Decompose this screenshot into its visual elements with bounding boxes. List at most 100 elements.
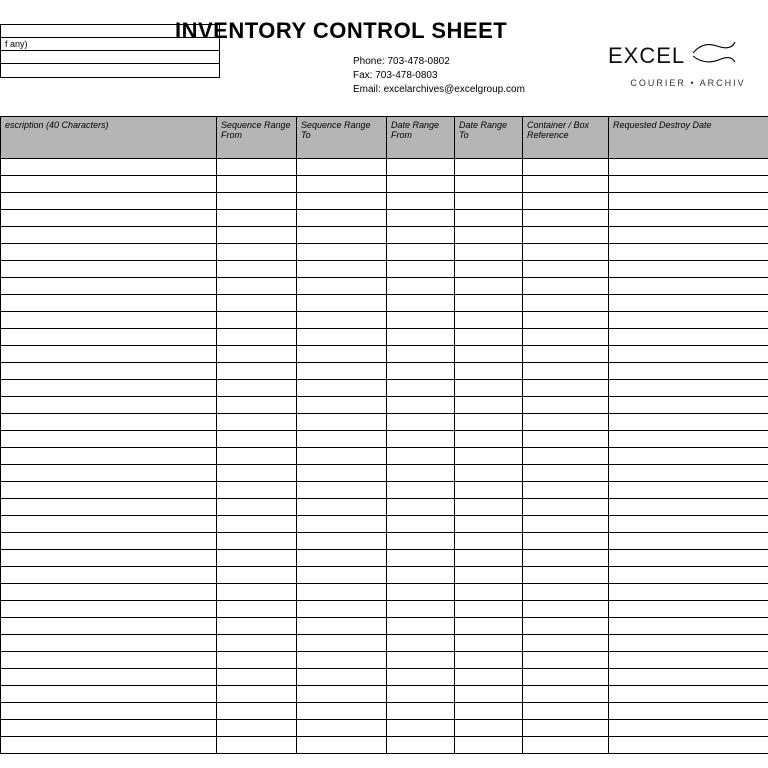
table-cell[interactable]	[523, 397, 609, 414]
table-cell[interactable]	[609, 448, 768, 465]
table-cell[interactable]	[387, 652, 455, 669]
table-cell[interactable]	[609, 397, 768, 414]
table-cell[interactable]	[217, 448, 297, 465]
table-cell[interactable]	[217, 346, 297, 363]
table-cell[interactable]	[217, 227, 297, 244]
table-cell[interactable]	[217, 703, 297, 720]
table-cell[interactable]	[297, 465, 387, 482]
table-cell[interactable]	[1, 516, 217, 533]
table-cell[interactable]	[217, 176, 297, 193]
table-cell[interactable]	[523, 482, 609, 499]
table-cell[interactable]	[609, 227, 768, 244]
table-cell[interactable]	[455, 499, 523, 516]
table-cell[interactable]	[609, 244, 768, 261]
table-cell[interactable]	[609, 176, 768, 193]
table-cell[interactable]	[523, 533, 609, 550]
table-cell[interactable]	[297, 346, 387, 363]
table-cell[interactable]	[217, 652, 297, 669]
table-cell[interactable]	[217, 533, 297, 550]
table-cell[interactable]	[297, 329, 387, 346]
table-cell[interactable]	[297, 618, 387, 635]
table-cell[interactable]	[387, 618, 455, 635]
table-cell[interactable]	[1, 244, 217, 261]
table-cell[interactable]	[1, 584, 217, 601]
table-cell[interactable]	[523, 601, 609, 618]
table-cell[interactable]	[523, 295, 609, 312]
table-cell[interactable]	[455, 414, 523, 431]
table-cell[interactable]	[387, 516, 455, 533]
table-cell[interactable]	[297, 703, 387, 720]
table-cell[interactable]	[217, 431, 297, 448]
table-cell[interactable]	[387, 669, 455, 686]
table-cell[interactable]	[297, 686, 387, 703]
table-cell[interactable]	[609, 278, 768, 295]
table-cell[interactable]	[297, 431, 387, 448]
table-cell[interactable]	[217, 584, 297, 601]
table-cell[interactable]	[1, 499, 217, 516]
table-cell[interactable]	[387, 448, 455, 465]
table-cell[interactable]	[1, 635, 217, 652]
table-cell[interactable]	[387, 584, 455, 601]
table-cell[interactable]	[297, 567, 387, 584]
table-cell[interactable]	[523, 567, 609, 584]
table-cell[interactable]	[1, 482, 217, 499]
table-cell[interactable]	[297, 312, 387, 329]
table-cell[interactable]	[523, 669, 609, 686]
table-cell[interactable]	[1, 329, 217, 346]
table-cell[interactable]	[1, 652, 217, 669]
table-cell[interactable]	[217, 669, 297, 686]
table-cell[interactable]	[387, 431, 455, 448]
table-cell[interactable]	[609, 499, 768, 516]
table-cell[interactable]	[297, 227, 387, 244]
table-cell[interactable]	[297, 652, 387, 669]
table-cell[interactable]	[1, 720, 217, 737]
table-cell[interactable]	[297, 669, 387, 686]
table-cell[interactable]	[387, 176, 455, 193]
table-cell[interactable]	[387, 261, 455, 278]
table-cell[interactable]	[1, 176, 217, 193]
table-cell[interactable]	[1, 346, 217, 363]
table-cell[interactable]	[297, 533, 387, 550]
table-cell[interactable]	[455, 737, 523, 754]
table-cell[interactable]	[455, 465, 523, 482]
table-cell[interactable]	[523, 329, 609, 346]
table-cell[interactable]	[455, 397, 523, 414]
table-cell[interactable]	[387, 363, 455, 380]
table-cell[interactable]	[455, 329, 523, 346]
table-cell[interactable]	[455, 278, 523, 295]
table-cell[interactable]	[523, 686, 609, 703]
table-cell[interactable]	[387, 635, 455, 652]
table-cell[interactable]	[455, 482, 523, 499]
table-cell[interactable]	[387, 329, 455, 346]
table-cell[interactable]	[387, 227, 455, 244]
table-cell[interactable]	[1, 686, 217, 703]
table-cell[interactable]	[455, 669, 523, 686]
table-cell[interactable]	[523, 414, 609, 431]
table-cell[interactable]	[297, 414, 387, 431]
table-cell[interactable]	[455, 686, 523, 703]
table-cell[interactable]	[1, 567, 217, 584]
table-cell[interactable]	[523, 499, 609, 516]
table-cell[interactable]	[217, 737, 297, 754]
table-cell[interactable]	[297, 278, 387, 295]
table-cell[interactable]	[609, 618, 768, 635]
table-cell[interactable]	[455, 244, 523, 261]
table-cell[interactable]	[1, 618, 217, 635]
table-cell[interactable]	[523, 737, 609, 754]
table-cell[interactable]	[1, 159, 217, 176]
table-cell[interactable]	[217, 193, 297, 210]
table-cell[interactable]	[609, 482, 768, 499]
table-cell[interactable]	[387, 193, 455, 210]
table-cell[interactable]	[217, 363, 297, 380]
table-cell[interactable]	[217, 567, 297, 584]
table-cell[interactable]	[455, 380, 523, 397]
table-cell[interactable]	[455, 635, 523, 652]
table-cell[interactable]	[455, 159, 523, 176]
table-cell[interactable]	[217, 312, 297, 329]
table-cell[interactable]	[1, 703, 217, 720]
table-cell[interactable]	[297, 482, 387, 499]
table-cell[interactable]	[387, 465, 455, 482]
table-cell[interactable]	[297, 601, 387, 618]
table-cell[interactable]	[455, 584, 523, 601]
table-cell[interactable]	[1, 465, 217, 482]
